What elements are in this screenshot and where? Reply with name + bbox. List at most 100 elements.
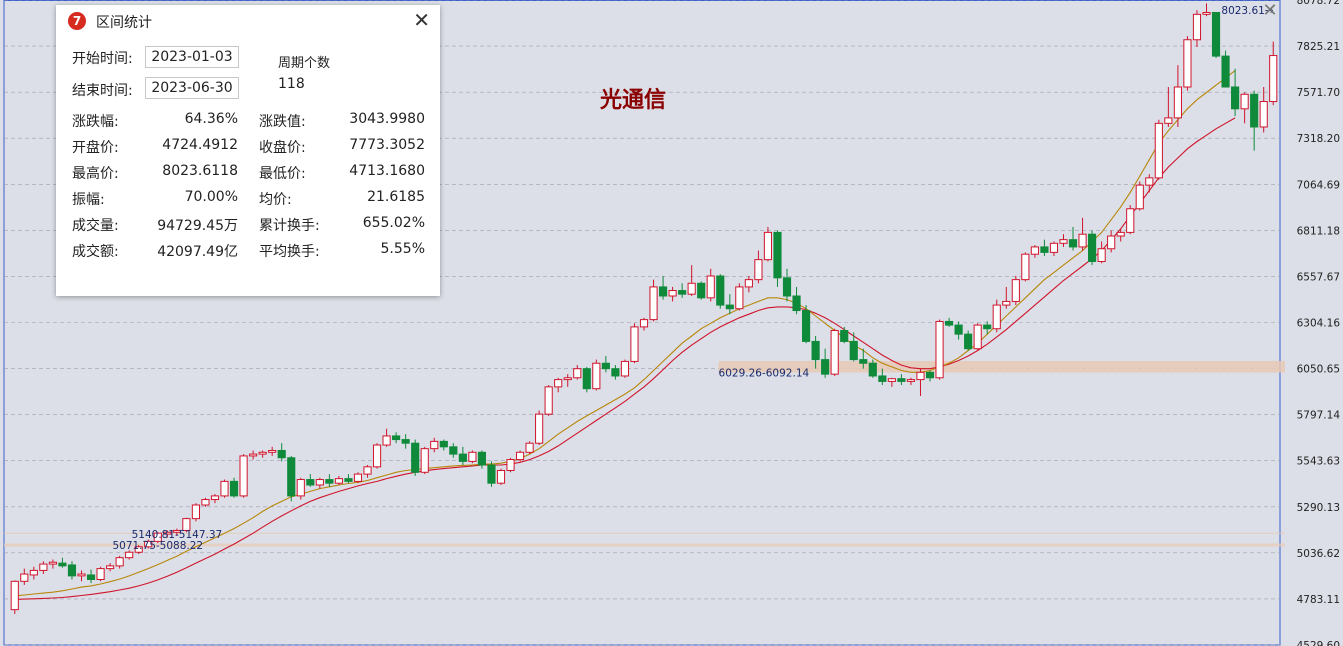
candle-body [430, 440, 439, 450]
candle-body [411, 442, 420, 473]
candle [687, 265, 696, 296]
candle [678, 283, 687, 298]
candle [658, 276, 668, 300]
candle-body [1126, 208, 1135, 233]
chart-close-icon[interactable]: ✕ [1261, 2, 1279, 20]
candle-body [372, 444, 382, 468]
candle-body [239, 455, 248, 497]
candle [458, 446, 467, 466]
dialog-close-icon[interactable]: ✕ [413, 9, 430, 31]
y-tick-label: 7825.21 [1297, 41, 1340, 53]
candle [916, 368, 925, 396]
candle-body [1250, 93, 1259, 128]
candle-body [983, 324, 992, 330]
stat-value: 64.36% [184, 111, 238, 127]
candle [229, 477, 239, 498]
candle-body [296, 479, 305, 497]
price-annotation: 5071.75-5088.22 [112, 540, 203, 552]
range-statistics-dialog: 7 区间统计 ✕ 开始时间: 2023-01-03 周期个数 结束时间: 202… [56, 5, 440, 296]
candle [554, 377, 563, 393]
candle [1011, 276, 1020, 306]
candle [1269, 41, 1278, 106]
candle [39, 561, 48, 575]
candle [392, 432, 401, 444]
candle-body [1183, 39, 1192, 88]
candle-body [1068, 239, 1078, 248]
candle [716, 274, 725, 309]
candle-body [811, 340, 820, 361]
candle [58, 557, 67, 568]
candle [964, 330, 973, 351]
candle-body [39, 563, 48, 571]
candle [535, 410, 544, 446]
candle-body [1011, 279, 1020, 302]
start-date-field[interactable]: 2023-01-03 [145, 46, 239, 68]
candle-body [468, 451, 477, 462]
stat-value: 655.02% [362, 215, 425, 231]
candle-body [906, 379, 916, 382]
stat-value: 94729.45万 [157, 218, 238, 234]
dialog-header[interactable]: 7 区间统计 ✕ [56, 5, 440, 37]
candle-body [29, 569, 38, 576]
candle [296, 477, 305, 500]
period-count-value: 118 [278, 76, 305, 92]
candle-body [201, 499, 210, 506]
candle [315, 477, 324, 489]
candle-body [849, 340, 858, 361]
candle-body [458, 453, 467, 462]
candle [1145, 174, 1154, 193]
y-tick-label: 7571.70 [1297, 87, 1340, 99]
candle-body [573, 368, 582, 379]
candle [1088, 230, 1097, 266]
candle-body [1059, 239, 1068, 244]
app-logo-icon: 7 [68, 12, 86, 30]
candle [782, 268, 792, 302]
candle [821, 348, 830, 378]
candle [830, 328, 839, 376]
candle-body [687, 282, 696, 295]
candle [1049, 241, 1059, 257]
candle-body [392, 435, 401, 441]
candle-body [1116, 231, 1125, 237]
candle-body [496, 469, 506, 484]
candle-body [58, 562, 67, 567]
stat-value: 42097.49亿 [157, 244, 238, 260]
candle [1135, 181, 1144, 211]
candle-body [1192, 13, 1202, 41]
candle [706, 268, 715, 302]
candle [1021, 252, 1030, 282]
candle [773, 230, 782, 287]
candle [1078, 217, 1087, 251]
end-date-field[interactable]: 2023-06-30 [145, 77, 239, 99]
candle-body [620, 360, 630, 377]
candle [1059, 234, 1068, 247]
candle-body [1173, 86, 1182, 119]
candle [1231, 68, 1240, 117]
candle-body [821, 359, 830, 375]
candle-body [106, 565, 115, 570]
candle-body [115, 557, 124, 567]
candle [935, 319, 944, 380]
candle-body [20, 573, 29, 582]
candle [954, 321, 963, 340]
candle [1107, 230, 1116, 253]
candle [382, 428, 391, 447]
candle [601, 355, 610, 373]
candle [48, 559, 57, 569]
candle-body [1030, 246, 1039, 255]
candle-body [878, 375, 887, 382]
candle [334, 475, 343, 486]
candle-body [792, 295, 801, 312]
candle-body [773, 231, 782, 279]
candle-body [506, 459, 515, 471]
stat-label: 最低价: [259, 166, 306, 182]
candle [477, 450, 486, 469]
candle-body [306, 479, 315, 486]
candle [792, 286, 801, 315]
candle [1126, 205, 1135, 235]
candle [506, 457, 515, 473]
candle-body [706, 275, 715, 299]
candle [268, 446, 277, 456]
candle [77, 570, 86, 582]
candle [115, 555, 124, 569]
